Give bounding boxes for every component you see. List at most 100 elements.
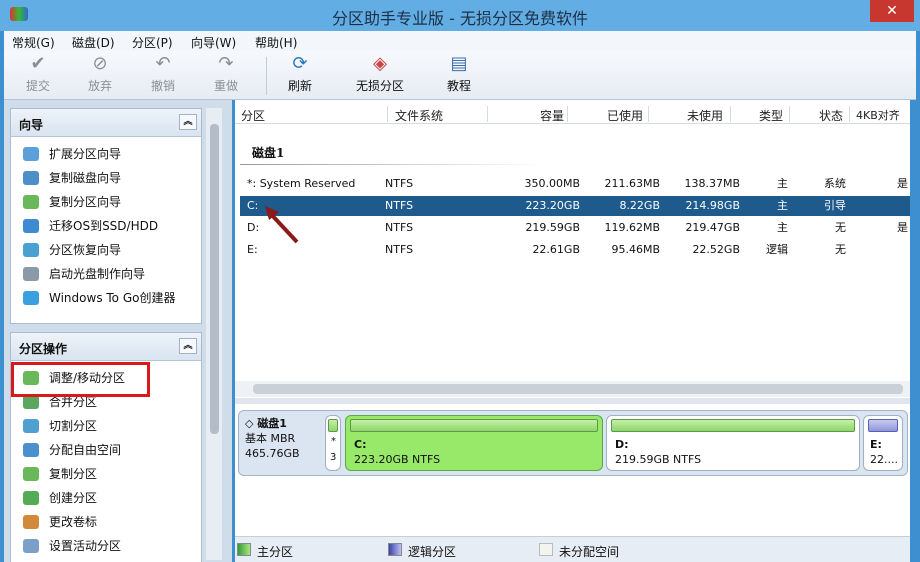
table-cell: 是 [897,221,908,234]
usage-bar [328,419,338,432]
redo-button[interactable]: ↷ 重做 [196,54,256,94]
tutorial-button[interactable]: ▤ 教程 [429,54,489,94]
col-capacity[interactable]: 容量 [540,107,564,124]
partition-block-c[interactable]: C: 223.20GB NTFS [345,415,603,471]
menu-disk[interactable]: 磁盘(D) [72,34,115,51]
op-set-active[interactable]: 设置活动分区 [11,534,201,558]
usage-bar [868,419,898,432]
submit-button[interactable]: ✔ 提交 [8,54,68,94]
menu-wizard[interactable]: 向导(W) [191,34,236,51]
col-used[interactable]: 已使用 [607,107,643,124]
partition-icon: ◈ [373,53,387,74]
scrollbar-thumb[interactable] [253,384,903,394]
col-4k-align[interactable]: 4KB对齐 [856,107,900,123]
wizard-migrate-os[interactable]: 迁移OS到SSD/HDD [11,214,201,238]
toolbar: ✔ 提交 ⊘ 放弃 ↶ 撤销 ↷ 重做 ⟳ 刷新 ◈ 无损分区 ▤ 教程 [4,51,916,100]
redo-label: 重做 [213,79,238,93]
table-cell: 22.52GB [692,243,740,256]
table-cell: 223.20GB [525,199,580,212]
menu-partition[interactable]: 分区(P) [132,34,173,51]
highlight-box [11,362,150,397]
col-filesystem[interactable]: 文件系统 [395,107,443,124]
collapse-button[interactable]: ︽ [179,114,197,130]
wizard-copy-partition[interactable]: 复制分区向导 [11,190,201,214]
undo-icon: ↶ [155,53,171,74]
collapse-button[interactable]: ︽ [179,338,197,354]
split-icon [23,419,39,433]
disk-info[interactable]: ◇ 磁盘1 基本 MBR 465.76GB [245,416,300,461]
item-label: Windows To Go创建器 [49,291,176,305]
legend-unallocated: 未分配空间 [559,545,620,559]
op-copy-partition[interactable]: 复制分区 [11,462,201,486]
item-label: 切割分区 [49,419,98,433]
col-unused[interactable]: 未使用 [687,107,723,124]
table-cell: 138.37MB [684,177,740,190]
col-partition[interactable]: 分区 [241,107,265,124]
refresh-label: 刷新 [287,79,312,93]
copy-partition-icon [23,195,39,209]
table-header: 分区 文件系统 容量 已使用 未使用 类型 状态 4KB对齐 [235,104,910,124]
wizard-recover-partition[interactable]: 分区恢复向导 [11,238,201,262]
wizard-windows-to-go[interactable]: Windows To Go创建器 [11,286,201,310]
wizard-bootable-media[interactable]: 启动光盘制作向导 [11,262,201,286]
usage-bar [350,419,598,432]
table-cell: 8.22GB [619,199,660,212]
col-status[interactable]: 状态 [819,107,843,124]
table-cell: 219.59GB [525,221,580,234]
disk-label: 磁盘1 [252,146,285,160]
table-row[interactable]: C: NTFS 223.20GB 8.22GB 214.98GB 主 引导 [240,196,910,216]
splitter[interactable] [235,398,910,404]
op-create-partition[interactable]: 创建分区 [11,486,201,510]
horizontal-scrollbar[interactable] [235,381,910,397]
book-icon: ▤ [450,53,468,74]
left-scrollbar[interactable] [206,108,222,560]
close-button[interactable]: ✕ [870,0,914,22]
item-label: 更改卷标 [49,515,98,529]
op-split[interactable]: 切割分区 [11,414,201,438]
usage-bar [611,419,855,432]
recover-icon [23,243,39,257]
table-row[interactable]: D: NTFS 219.59GB 119.62MB 219.47GB 主 无 是 [240,218,910,238]
extend-icon [23,147,39,161]
copy-icon [23,467,39,481]
partition-block-d[interactable]: D: 219.59GB NTFS [606,415,860,471]
table-row[interactable]: E: NTFS 22.61GB 95.46MB 22.52GB 逻辑 无 [240,240,910,260]
table-cell: E: [247,243,258,256]
wizard-header: 向导 ︽ [11,109,201,137]
submit-label: 提交 [25,79,50,93]
partition-block-system[interactable]: * 3 [325,415,341,471]
wizard-copy-disk[interactable]: 复制磁盘向导 [11,166,201,190]
disk-type: 基本 MBR [245,432,296,445]
logical-swatch-icon [388,543,402,556]
disk-map: ◇ 磁盘1 基本 MBR 465.76GB * 3 C: 223.20GB NTFS… [238,410,908,476]
table-cell: D: [247,221,260,234]
disk-icon: ◇ [245,417,254,430]
lossless-partition-button[interactable]: ◈ 无损分区 [350,54,410,94]
table-cell: C: [247,199,259,212]
wizard-title: 向导 [19,118,44,132]
table-cell: 95.46MB [611,243,660,256]
legend: 主分区 逻辑分区 未分配空间 [235,536,910,562]
discard-icon: ⊘ [92,53,108,74]
table-cell: NTFS [385,199,414,212]
refresh-button[interactable]: ⟳ 刷新 [270,54,330,94]
table-row[interactable]: *: System Reserved NTFS 350.00MB 211.63MB 13… [240,174,910,194]
menu-help[interactable]: 帮助(H) [255,34,297,51]
menu-general[interactable]: 常规(G) [12,34,55,51]
table-cell: *: System Reserved [247,177,356,190]
merge-icon [23,395,39,409]
table-cell: 逻辑 [766,243,788,256]
partition-block-e[interactable]: E: 22.... [863,415,903,471]
discard-button[interactable]: ⊘ 放弃 [70,54,130,94]
col-type[interactable]: 类型 [759,107,783,124]
disc-icon [23,267,39,281]
op-allocate-free-space[interactable]: 分配自由空间 [11,438,201,462]
undo-button[interactable]: ↶ 撤销 [133,54,193,94]
table-cell: 214.98GB [685,199,740,212]
table-cell: 219.47GB [685,221,740,234]
item-label: 创建分区 [49,491,98,505]
scrollbar-thumb[interactable] [210,124,219,434]
table-cell: 350.00MB [524,177,580,190]
op-change-label[interactable]: 更改卷标 [11,510,201,534]
wizard-extend-partition[interactable]: 扩展分区向导 [11,142,201,166]
